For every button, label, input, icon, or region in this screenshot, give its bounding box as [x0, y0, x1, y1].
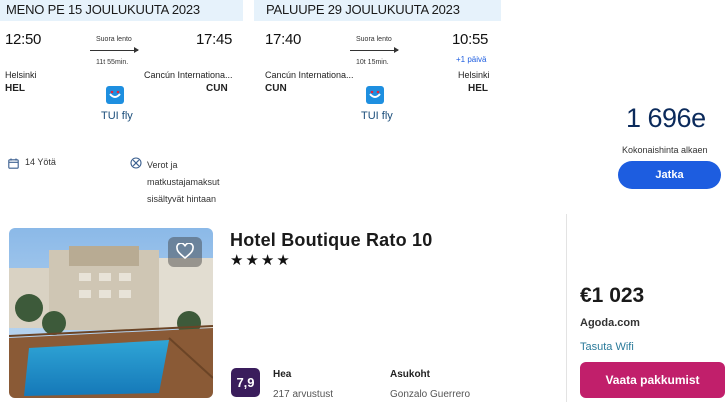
return-arrival-time: 10:55: [452, 31, 489, 48]
return-header-text: PALUUPE 29 JOULUKUUTA 2023: [266, 2, 460, 17]
outbound-header: MENO PE 15 JOULUKUUTA 2023: [0, 0, 243, 21]
taxes-note-line3: sisältyvät hintaan: [147, 194, 217, 204]
outbound-arrow-icon: [90, 47, 139, 53]
return-stop-label: Suora lento: [356, 36, 392, 43]
return-arrow-icon: [350, 47, 399, 53]
outbound-arrival-code: CUN: [206, 83, 228, 94]
taxes-note-line2: matkustajamaksut: [147, 177, 220, 187]
airline-logo-icon: [366, 86, 384, 104]
return-arrival-code: HEL: [468, 83, 488, 94]
package-price-note: Kokonaishinta alkaen: [622, 145, 708, 155]
taxes-note: Verot ja matkustajamaksut sisältyvät hin…: [147, 157, 220, 208]
hotel-stars: ★★★★: [230, 252, 292, 269]
return-header: PALUUPE 29 JOULUKUUTA 2023: [254, 0, 501, 21]
outbound-arrival-city: Cancún Internationa...: [144, 70, 233, 80]
outbound-stop-label: Suora lento: [96, 36, 132, 43]
return-departure-city: Cancún Internationa...: [265, 70, 354, 80]
free-wifi: Tasuta Wifi: [580, 341, 634, 353]
review-count[interactable]: 217 arvustust: [273, 389, 333, 400]
hotel-price: €1 023: [580, 284, 645, 307]
heart-icon: [176, 243, 194, 260]
favorite-button[interactable]: [168, 237, 202, 267]
calendar-icon: [8, 156, 19, 169]
rating-badge: 7,9: [231, 368, 260, 397]
outbound-departure-time: 12:50: [5, 31, 42, 48]
return-airline: TUI fly: [361, 110, 393, 122]
card-divider: [566, 214, 567, 402]
continue-button[interactable]: Jatka: [618, 161, 721, 189]
rating-word: Hea: [273, 369, 292, 380]
price-provider: Agoda.com: [580, 317, 640, 329]
taxes-note-line1: Verot ja: [147, 160, 178, 170]
outbound-departure-code: HEL: [5, 83, 25, 94]
hotel-name[interactable]: Hotel Boutique Rato 10: [230, 230, 432, 251]
no-tax-icon: [130, 156, 142, 169]
return-next-day: +1 päivä: [456, 55, 487, 64]
view-deals-button[interactable]: Vaata pakkumist: [580, 362, 725, 398]
outbound-duration: 11t 55min.: [96, 59, 129, 66]
outbound-airline: TUI fly: [101, 110, 133, 122]
airline-logo-icon: [106, 86, 124, 104]
return-arrival-city: Helsinki: [458, 70, 490, 80]
outbound-header-text: MENO PE 15 JOULUKUUTA 2023: [6, 2, 200, 17]
outbound-arrival-time: 17:45: [196, 31, 233, 48]
outbound-departure-city: Helsinki: [5, 70, 37, 80]
location-label: Asukoht: [390, 369, 430, 380]
return-departure-time: 17:40: [265, 31, 302, 48]
package-price: 1 696e: [626, 103, 706, 133]
location-value: Gonzalo Guerrero: [390, 389, 471, 400]
return-duration: 10t 15min.: [356, 59, 389, 66]
return-departure-code: CUN: [265, 83, 287, 94]
nights-count: 14 Yötä: [25, 157, 56, 167]
